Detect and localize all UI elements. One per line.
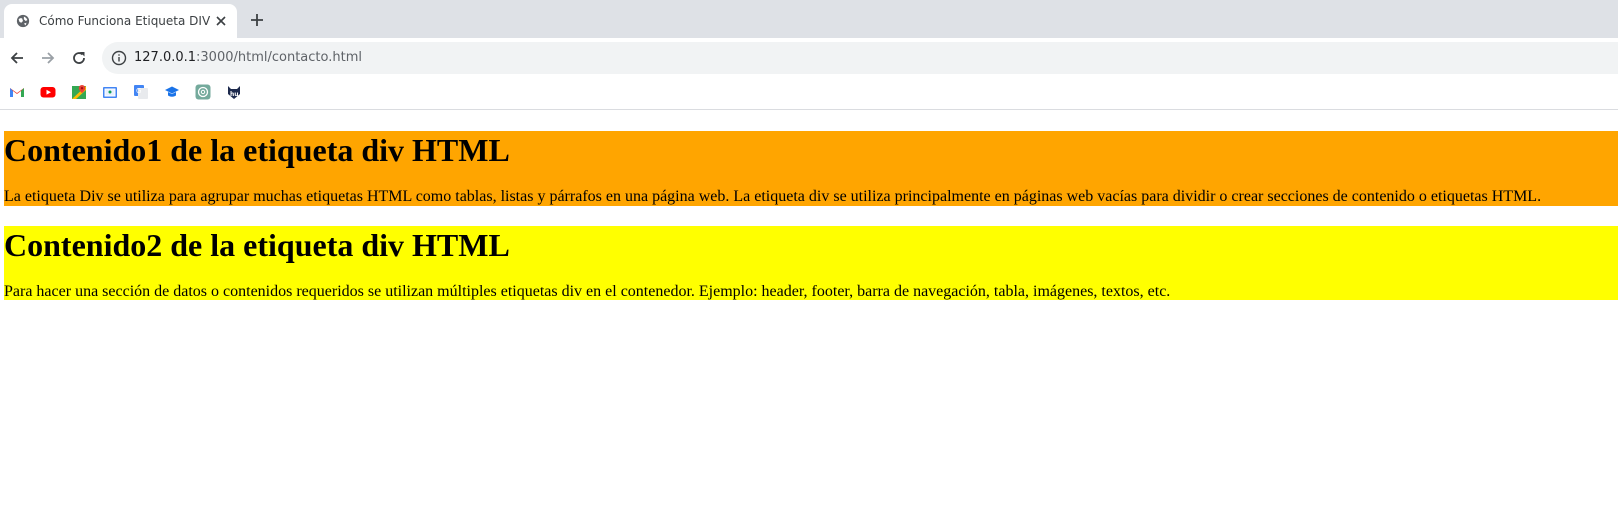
section-2-heading: Contenido2 de la etiqueta div HTML: [4, 227, 510, 263]
page-viewport: Contenido1 de la etiqueta div HTML La et…: [0, 111, 1618, 509]
content-section-2: Contenido2 de la etiqueta div HTML Para …: [4, 226, 1618, 300]
svg-text:G: G: [136, 87, 141, 95]
school-icon[interactable]: [164, 84, 180, 100]
translate-icon[interactable]: G: [133, 84, 149, 100]
tab-strip: Cómo Funciona Etiqueta DIV: [0, 0, 1618, 38]
section-2-text: Para hacer una sección de datos o conten…: [4, 283, 1171, 300]
url-text[interactable]: 127.0.0.1:3000/html/contacto.html: [134, 50, 362, 65]
youtube-icon[interactable]: [40, 84, 56, 100]
svg-text:hu: hu: [230, 91, 239, 98]
url-host: 127.0.0.1: [134, 50, 197, 65]
new-tab-icon[interactable]: [249, 12, 265, 28]
url-path: :3000/html/contacto.html: [196, 50, 362, 65]
classroom-icon[interactable]: [102, 84, 118, 100]
browser-toolbar: 127.0.0.1:3000/html/contacto.html: [0, 38, 1618, 78]
bookmarks-bar: G hu: [0, 78, 1618, 110]
forward-icon[interactable]: [39, 49, 57, 67]
section-1-heading: Contenido1 de la etiqueta div HTML: [4, 132, 510, 168]
browser-tab[interactable]: Cómo Funciona Etiqueta DIV: [4, 4, 237, 38]
address-bar[interactable]: 127.0.0.1:3000/html/contacto.html: [102, 42, 1618, 74]
content-section-1: Contenido1 de la etiqueta div HTML La et…: [4, 131, 1618, 206]
hu-icon[interactable]: hu: [226, 84, 242, 100]
maps-icon[interactable]: [71, 84, 87, 100]
reload-icon[interactable]: [70, 49, 88, 67]
tab-title: Cómo Funciona Etiqueta DIV: [39, 14, 211, 28]
close-icon[interactable]: [214, 14, 228, 28]
back-icon[interactable]: [8, 49, 26, 67]
globe-icon: [16, 14, 30, 28]
section-1-text: La etiqueta Div se utiliza para agrupar …: [4, 188, 1542, 205]
info-icon[interactable]: [111, 50, 127, 66]
chatgpt-icon[interactable]: [195, 84, 211, 100]
gmail-icon[interactable]: [9, 84, 25, 100]
